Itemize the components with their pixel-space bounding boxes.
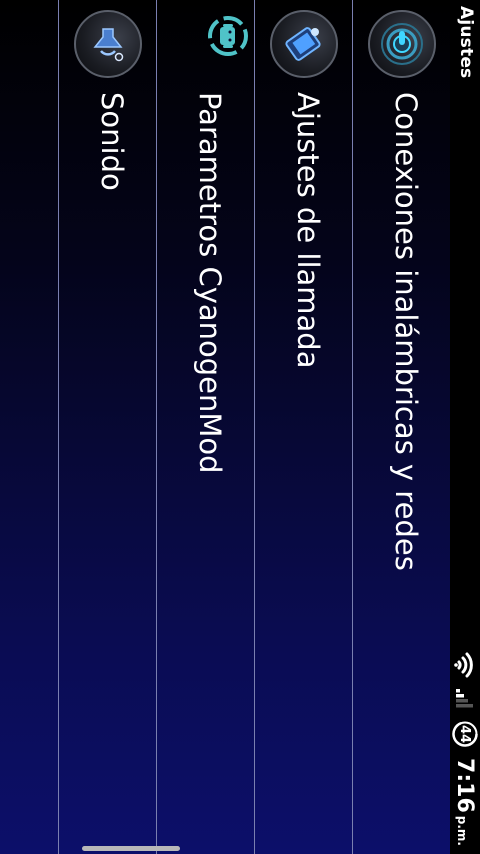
page-title: Ajustes <box>456 6 476 79</box>
settings-item-label: Conexiones inalámbricas y redes <box>389 92 423 571</box>
settings-item-label: Sonido <box>95 92 129 191</box>
status-bar: Ajustes 44 7:16 p.m. <box>450 0 480 854</box>
status-icons: 44 7:16 p.m. <box>451 652 479 846</box>
cyanogenmod-android-icon <box>206 14 250 58</box>
clock: 7:16 p.m. <box>453 758 478 846</box>
battery-level: 44 <box>457 725 473 744</box>
battery-icon: 44 <box>452 720 478 748</box>
wireless-network-icon <box>368 10 436 78</box>
clock-time: 7:16 <box>452 758 478 813</box>
scrollbar[interactable] <box>82 846 180 851</box>
clock-ampm: p.m. <box>455 815 470 846</box>
sound-icon <box>74 10 142 78</box>
settings-item-partial[interactable] <box>0 0 58 854</box>
settings-item-wireless[interactable]: Conexiones inalámbricas y redes <box>352 0 450 854</box>
phone-call-icon <box>270 10 338 78</box>
signal-icon <box>455 688 475 710</box>
screen: Ajustes 44 7:16 p.m. Conexiones inalámbr… <box>0 0 480 854</box>
wifi-icon <box>454 652 476 678</box>
settings-item-call[interactable]: Ajustes de llamada <box>254 0 352 854</box>
settings-item-label: Ajustes de llamada <box>291 92 325 369</box>
settings-item-label: Parametros CyanogenMod <box>193 92 227 474</box>
settings-screen: Ajustes 44 7:16 p.m. Conexiones inalámbr… <box>0 0 480 854</box>
settings-item-cyanogenmod[interactable]: Parametros CyanogenMod <box>156 0 254 854</box>
settings-list: Conexiones inalámbricas y redes Ajustes … <box>0 0 450 854</box>
settings-item-sound[interactable]: Sonido <box>58 0 156 854</box>
